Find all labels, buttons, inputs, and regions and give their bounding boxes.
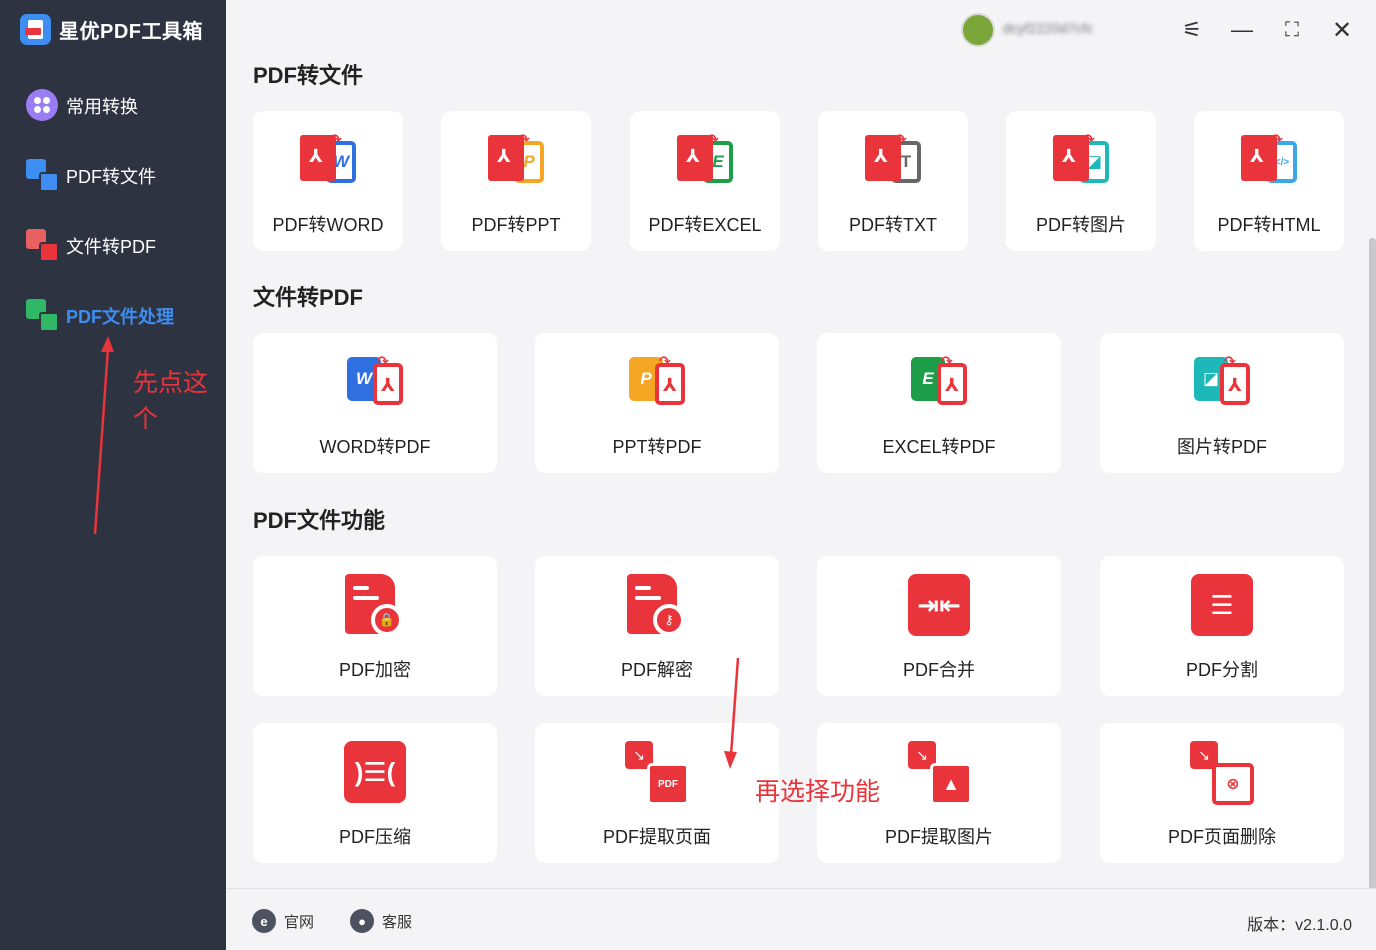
chat-bubble-icon: ●	[350, 909, 374, 933]
card-pdf-delete-pages[interactable]: ↘ ⊗ PDF页面删除	[1100, 723, 1344, 863]
pdf-to-ppt-icon: P ↷	[488, 131, 544, 189]
maximize-icon[interactable]: ⛶	[1277, 15, 1307, 45]
pdf-lock-icon: 🔒	[345, 574, 403, 636]
card-ppt-to-pdf[interactable]: P ↷ PPT转PDF	[535, 333, 779, 473]
pdf-processing-icon	[26, 299, 60, 333]
card-pdf-to-ppt[interactable]: P ↷ PDF转PPT	[441, 111, 591, 251]
card-pdf-split[interactable]: ☰ PDF分割	[1100, 556, 1344, 696]
ppt-to-pdf-icon: P ↷	[629, 353, 685, 411]
card-pdf-encrypt[interactable]: 🔒 PDF加密	[253, 556, 497, 696]
support-label: 客服	[382, 913, 413, 931]
card-label: PDF转EXCEL	[648, 215, 762, 235]
sidebar: 星优PDF工具箱 常用转换 PDF转文件 文件转PDF PDF文件处理 先点这个	[0, 0, 226, 950]
merge-icon: ⇥⇤	[908, 574, 970, 636]
sidebar-item-common-conversion[interactable]: 常用转换	[26, 89, 138, 123]
section-title-pdf-functions: PDF文件功能	[253, 508, 386, 533]
card-label: PDF转图片	[1036, 215, 1126, 235]
sidebar-item-label: PDF文件处理	[66, 307, 174, 327]
sidebar-item-label: 文件转PDF	[66, 237, 156, 257]
close-icon[interactable]: ✕	[1327, 15, 1357, 45]
brand: 星优PDF工具箱	[20, 14, 203, 45]
word-to-pdf-icon: W ↷	[347, 353, 403, 411]
version-text: 版本：v2.1.0.0	[1247, 917, 1352, 934]
app-logo-icon	[20, 14, 51, 45]
file-to-pdf-icon	[26, 229, 60, 263]
pdf-to-html-icon: </> ↷	[1241, 131, 1297, 189]
card-label: PDF转TXT	[849, 215, 937, 235]
grid-circle-icon	[26, 89, 60, 123]
support-link[interactable]: ● 客服	[350, 909, 412, 933]
card-label: EXCEL转PDF	[882, 437, 996, 457]
sidebar-item-file-to-pdf[interactable]: 文件转PDF	[26, 229, 156, 263]
extract-images-icon: ↘ ▲	[908, 741, 972, 805]
username[interactable]: dcyf2220d7cfc	[1003, 20, 1153, 40]
pdf-to-txt-icon: T ↷	[865, 131, 921, 189]
sidebar-item-pdf-to-file[interactable]: PDF转文件	[26, 159, 156, 193]
scrollbar[interactable]	[1369, 238, 1376, 890]
card-label: PDF压缩	[339, 827, 411, 847]
card-label: PDF提取图片	[885, 827, 993, 847]
pdf-to-word-icon: W ↷	[300, 131, 356, 189]
card-pdf-merge[interactable]: ⇥⇤ PDF合并	[817, 556, 1061, 696]
card-label: WORD转PDF	[319, 437, 431, 457]
pdf-to-excel-icon: E ↷	[677, 131, 733, 189]
card-pdf-compress[interactable]: )☰( PDF压缩	[253, 723, 497, 863]
card-pdf-to-excel[interactable]: E ↷ PDF转EXCEL	[630, 111, 780, 251]
website-link[interactable]: e 官网	[252, 909, 314, 933]
card-label: PDF页面删除	[1168, 827, 1276, 847]
card-pdf-to-txt[interactable]: T ↷ PDF转TXT	[818, 111, 968, 251]
card-label: PDF转HTML	[1217, 215, 1321, 235]
footer: e 官网 ● 客服 版本：v2.1.0.0	[226, 888, 1376, 950]
compress-icon: )☰(	[344, 741, 406, 803]
card-label: PDF转PPT	[471, 215, 561, 235]
split-icon: ☰	[1191, 574, 1253, 636]
pdf-to-image-icon: ◪ ↷	[1053, 131, 1109, 189]
website-label: 官网	[284, 913, 315, 931]
card-label: PPT转PDF	[612, 437, 702, 457]
pdf-to-file-icon	[26, 159, 60, 193]
annotation-arrow-down-icon	[724, 657, 740, 769]
browser-icon: e	[252, 909, 276, 933]
annotation-second: 再选择功能	[755, 778, 881, 806]
card-excel-to-pdf[interactable]: E ↷ EXCEL转PDF	[817, 333, 1061, 473]
card-pdf-to-image[interactable]: ◪ ↷ PDF转图片	[1006, 111, 1156, 251]
card-label: PDF合并	[903, 660, 975, 680]
card-label: PDF转WORD	[272, 215, 384, 235]
card-label: PDF提取页面	[603, 827, 711, 847]
settings-sliders-icon[interactable]: ⚟	[1177, 15, 1207, 45]
card-word-to-pdf[interactable]: W ↷ WORD转PDF	[253, 333, 497, 473]
card-pdf-to-word[interactable]: W ↷ PDF转WORD	[253, 111, 403, 251]
section-title-file-to-pdf: 文件转PDF	[253, 285, 364, 310]
delete-pages-icon: ↘ ⊗	[1190, 741, 1254, 805]
image-to-pdf-icon: ◪ ↷	[1194, 353, 1250, 411]
main-content: PDF转文件 W ↷ PDF转WORD P ↷ PDF转PPT E ↷ PDF转…	[226, 0, 1376, 888]
section-title-pdf-to-file: PDF转文件	[253, 63, 364, 88]
extract-pages-icon: ↘ PDF	[625, 741, 689, 805]
minimize-icon[interactable]: —	[1227, 15, 1257, 45]
sidebar-item-label: 常用转换	[66, 97, 138, 117]
card-label: PDF分割	[1186, 660, 1258, 680]
card-image-to-pdf[interactable]: ◪ ↷ 图片转PDF	[1100, 333, 1344, 473]
avatar[interactable]	[961, 13, 995, 47]
card-label: 图片转PDF	[1177, 437, 1267, 457]
sidebar-item-pdf-processing[interactable]: PDF文件处理	[26, 299, 174, 333]
card-label: PDF加密	[339, 660, 411, 680]
annotation-arrow-up-icon	[93, 336, 114, 535]
annotation-first: 先点这个	[133, 369, 209, 433]
app-title: 星优PDF工具箱	[59, 21, 203, 43]
excel-to-pdf-icon: E ↷	[911, 353, 967, 411]
card-pdf-to-html[interactable]: </> ↷ PDF转HTML	[1194, 111, 1344, 251]
sidebar-item-label: PDF转文件	[66, 167, 156, 187]
pdf-key-icon: ⚷	[627, 574, 685, 636]
